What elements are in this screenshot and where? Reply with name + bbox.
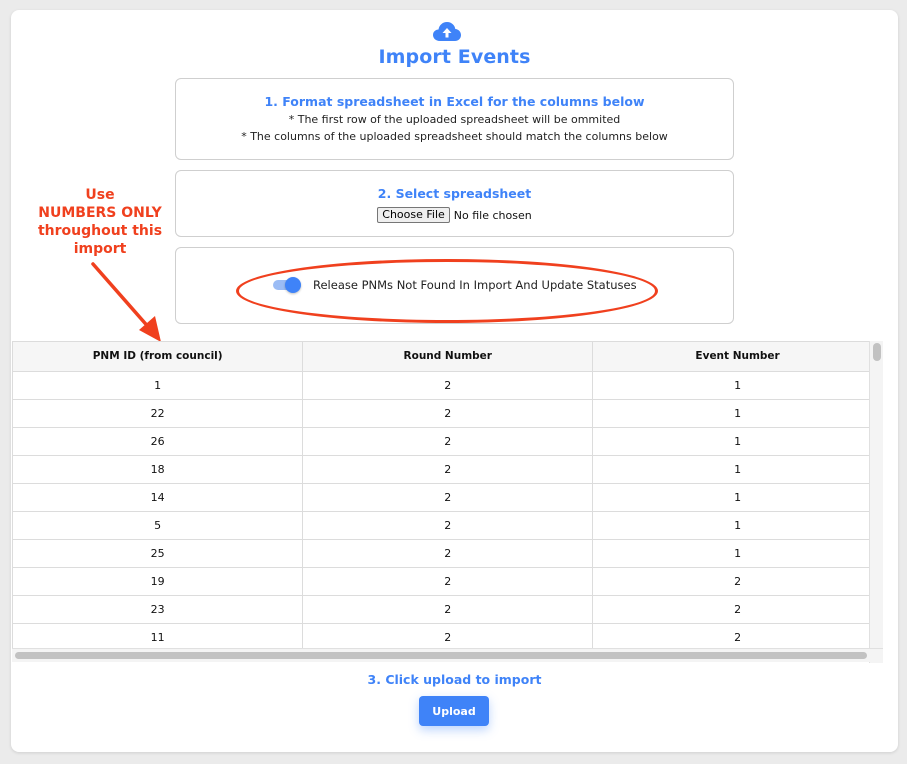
step1-note-first-row: * The first row of the uploaded spreadsh… [288, 113, 621, 126]
cell-event-number: 1 [592, 455, 882, 484]
columns-table[interactable]: PNM ID (from council) Round Number Event… [12, 341, 883, 662]
cell-event-number: 2 [592, 623, 882, 652]
table-row: 14 2 1 [13, 483, 882, 512]
cell-event-number: 2 [592, 567, 882, 596]
numbers-only-annotation: Use NUMBERS ONLY throughout this import [36, 186, 164, 258]
cell-round-number: 2 [302, 371, 594, 400]
cell-event-number: 1 [592, 371, 882, 400]
release-toggle-row: Release PNMs Not Found In Import And Upd… [273, 277, 637, 293]
table-row: 5 2 1 [13, 511, 882, 540]
cell-pnm-id: 22 [13, 399, 304, 428]
cell-pnm-id: 18 [13, 455, 304, 484]
column-header-round-number: Round Number [302, 342, 594, 372]
annotation-line: import [73, 241, 127, 257]
cloud-upload-icon [433, 22, 461, 41]
cell-pnm-id: 25 [13, 539, 304, 568]
cell-pnm-id: 5 [13, 511, 304, 540]
format-instructions-card: 1. Format spreadsheet in Excel for the c… [175, 78, 734, 160]
table-row: 11 2 2 [13, 623, 882, 652]
cell-round-number: 2 [302, 427, 594, 456]
release-option-card: Release PNMs Not Found In Import And Upd… [175, 247, 734, 324]
step1-heading: 1. Format spreadsheet in Excel for the c… [264, 94, 645, 109]
cell-round-number: 2 [302, 511, 594, 540]
cell-event-number: 1 [592, 399, 882, 428]
cell-pnm-id: 23 [13, 595, 304, 624]
cell-pnm-id: 14 [13, 483, 304, 512]
cell-round-number: 2 [302, 595, 594, 624]
column-header-pnm-id: PNM ID (from council) [13, 342, 304, 372]
step1-note-columns: * The columns of the uploaded spreadshee… [241, 130, 668, 143]
table-row: 23 2 2 [13, 595, 882, 624]
toggle-knob [285, 277, 301, 293]
cell-event-number: 1 [592, 483, 882, 512]
annotation-line: throughout this [37, 223, 163, 239]
import-events-modal: Import Events 1. Format spreadsheet in E… [11, 10, 898, 752]
release-toggle-label: Release PNMs Not Found In Import And Upd… [313, 278, 637, 292]
file-input[interactable]: Choose File No file chosen [176, 207, 733, 223]
cell-pnm-id: 1 [13, 371, 304, 400]
annotation-arrow-icon [91, 262, 161, 342]
cell-round-number: 2 [302, 399, 594, 428]
cell-pnm-id: 19 [13, 567, 304, 596]
cell-event-number: 2 [592, 595, 882, 624]
cell-round-number: 2 [302, 455, 594, 484]
select-spreadsheet-card: 2. Select spreadsheet Choose File No fil… [175, 170, 734, 237]
cell-event-number: 1 [592, 539, 882, 568]
table-horizontal-scrollbar[interactable] [12, 648, 883, 662]
table-row: 1 2 1 [13, 371, 882, 400]
table-row: 25 2 1 [13, 539, 882, 568]
cell-round-number: 2 [302, 623, 594, 652]
cell-pnm-id: 26 [13, 427, 304, 456]
table-header-row: PNM ID (from council) Round Number Event… [13, 342, 882, 372]
table-vertical-scrollbar[interactable] [869, 341, 883, 663]
cell-round-number: 2 [302, 539, 594, 568]
cell-event-number: 1 [592, 511, 882, 540]
vertical-scroll-thumb[interactable] [873, 343, 881, 361]
upload-button[interactable]: Upload [419, 696, 489, 726]
file-status-text: No file chosen [453, 208, 532, 222]
column-header-event-number: Event Number [592, 342, 882, 372]
page-title: Import Events [378, 46, 531, 68]
annotation-line: NUMBERS ONLY [38, 205, 162, 221]
cell-event-number: 1 [592, 427, 882, 456]
table-row: 18 2 1 [13, 455, 882, 484]
table-row: 22 2 1 [13, 399, 882, 428]
step3-heading: 3. Click upload to import [367, 672, 542, 687]
step2-heading: 2. Select spreadsheet [377, 186, 532, 201]
preview-table: PNM ID (from council) Round Number Event… [13, 342, 882, 652]
cell-round-number: 2 [302, 567, 594, 596]
horizontal-scroll-thumb[interactable] [15, 652, 867, 659]
release-pnms-toggle[interactable] [273, 277, 303, 293]
table-row: 26 2 1 [13, 427, 882, 456]
annotation-line: Use [85, 187, 115, 203]
choose-file-button[interactable]: Choose File [377, 207, 450, 223]
cell-round-number: 2 [302, 483, 594, 512]
cell-pnm-id: 11 [13, 623, 304, 652]
table-row: 19 2 2 [13, 567, 882, 596]
